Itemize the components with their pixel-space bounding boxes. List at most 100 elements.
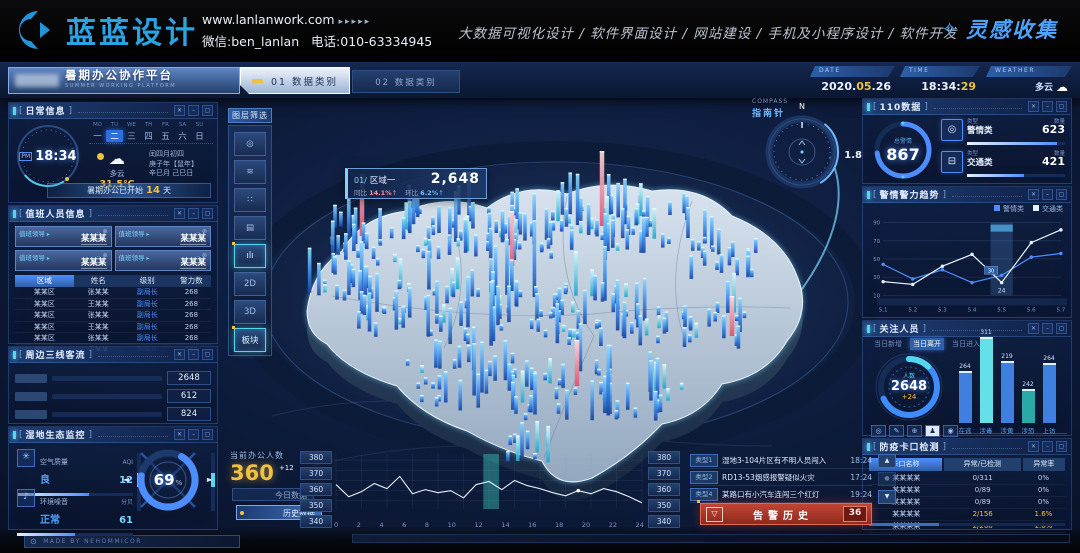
- checkpoint-row[interactable]: 某某某某2/1561.6%: [869, 509, 1065, 521]
- alert-row[interactable]: 类型4某路口有小汽车连闯三个红灯19:24: [690, 486, 872, 503]
- alert-row[interactable]: 类型1湿地3-104片区有不明人员闯入18:24: [690, 452, 872, 469]
- panel-title: 日常信息: [26, 104, 66, 117]
- minimize-icon[interactable]: [1042, 189, 1053, 200]
- weekday-cn[interactable]: 一: [89, 130, 106, 142]
- services-list: 大数据可视化设计 / 软件界面设计 / 网站建设 / 手机及小程序设计 / 软件…: [458, 22, 958, 42]
- contact-info: www.lanlanwork.com ▸▸▸▸▸ 微信:ben_lanlan 电…: [202, 10, 432, 52]
- minimize-icon[interactable]: [1042, 323, 1053, 334]
- minimize-icon[interactable]: [188, 429, 199, 440]
- weekday-cn[interactable]: 四: [140, 130, 157, 142]
- website-url[interactable]: www.lanlanwork.com: [202, 12, 335, 27]
- layer-button-3d[interactable]: 3D: [234, 300, 266, 324]
- close-icon[interactable]: [174, 349, 185, 360]
- table-header-cell[interactable]: 姓名: [74, 275, 123, 287]
- layer-button-camera[interactable]: ◎: [234, 132, 266, 156]
- close-icon[interactable]: [1028, 101, 1039, 112]
- expand-icon[interactable]: [1056, 189, 1067, 200]
- table-header-cell[interactable]: 异常率: [1023, 458, 1065, 471]
- expand-icon[interactable]: [202, 208, 213, 219]
- layer-button-signal[interactable]: ≋: [234, 160, 266, 184]
- expand-icon[interactable]: [202, 349, 213, 360]
- close-icon[interactable]: [1028, 189, 1039, 200]
- scroll-indicator[interactable]: [878, 472, 896, 486]
- table-row[interactable]: 某某区王某某副局长268: [15, 299, 211, 311]
- checkpoint-row[interactable]: 某某某某0/890%: [869, 497, 1065, 509]
- alarm-category-row[interactable]: ⊟类型交通类数量421: [941, 148, 1065, 180]
- checkpoint-row[interactable]: 某某某某0/3110%: [869, 473, 1065, 485]
- close-icon[interactable]: [174, 208, 185, 219]
- table-cell: 268: [172, 333, 211, 344]
- close-icon[interactable]: [1028, 323, 1039, 334]
- speaker-icon: ♪: [17, 489, 35, 507]
- people-icon-4[interactable]: ◉: [943, 425, 958, 437]
- collect-label: 灵感收集: [966, 14, 1058, 44]
- alert-row[interactable]: 类型2RD13-53烟感报警疑似火灾17:24: [690, 469, 872, 486]
- people-tab[interactable]: 当日离开: [910, 338, 944, 350]
- table-row[interactable]: 某某区张某某副局长268: [15, 310, 211, 322]
- weekday-cn[interactable]: 三: [123, 130, 140, 142]
- arrow-left-icon[interactable]: ◄: [123, 475, 129, 484]
- expand-icon[interactable]: [202, 429, 213, 440]
- people-icon-0[interactable]: ◎: [871, 425, 886, 437]
- table-cell: 某某区: [15, 299, 74, 310]
- people-bar-chart[interactable]: 264在逃311涉毒219涉黄242涉恐264上访: [957, 347, 1067, 434]
- table-cell: 某某区: [15, 287, 74, 298]
- weekday-cn[interactable]: 二: [106, 130, 123, 142]
- minimize-icon[interactable]: [1042, 441, 1053, 452]
- duty-leader-card[interactable]: 值班领导某某某: [15, 226, 112, 247]
- trend-line-chart[interactable]: 90705030105.15.25.35.45.55.65.72430: [867, 214, 1069, 316]
- gauge-value: 867: [886, 145, 919, 164]
- panel-title: 湿地生态监控: [26, 428, 86, 441]
- horizontal-scrollbar[interactable]: [869, 523, 1065, 526]
- alarm-category-row[interactable]: ◎类型警情类数量623: [941, 116, 1065, 148]
- duty-leader-card[interactable]: 值班领导某某某: [15, 250, 112, 271]
- table-row[interactable]: 某某区张某某副局长268: [15, 287, 211, 299]
- dashboard: 暑期办公协作平台 SUMMER WORKING PLATFORM 01 数据类别…: [0, 62, 1080, 553]
- table-header-cell[interactable]: 区域: [15, 275, 74, 287]
- expand-icon[interactable]: [202, 105, 213, 116]
- weekday-cn[interactable]: 五: [157, 130, 174, 142]
- expand-icon[interactable]: [1056, 441, 1067, 452]
- expand-icon[interactable]: [1056, 323, 1067, 334]
- people-icon-3[interactable]: ♟: [925, 425, 940, 437]
- expand-icon[interactable]: [1056, 101, 1067, 112]
- arrow-right-icon[interactable]: ►: [207, 475, 213, 484]
- weekday-cn[interactable]: 六: [174, 130, 191, 142]
- table-row[interactable]: 某某区张某某副局长268: [15, 333, 211, 345]
- minimize-icon[interactable]: [188, 208, 199, 219]
- checkpoint-row[interactable]: 某某某某0/890%: [869, 485, 1065, 497]
- minimize-icon[interactable]: [1042, 101, 1053, 112]
- people-tab[interactable]: 当日新增: [871, 338, 905, 350]
- duty-leader-card[interactable]: 值班领导某某某: [115, 250, 212, 271]
- alert-count-badge: 36: [843, 506, 867, 522]
- table-row[interactable]: 某某区王某某副局长268: [15, 322, 211, 334]
- inspiration-collect[interactable]: ✧ 灵感收集: [941, 14, 1058, 44]
- layer-button-plate[interactable]: 板块: [234, 328, 266, 352]
- layer-button-2d[interactable]: 2D: [234, 272, 266, 296]
- scroll-up-button[interactable]: [878, 454, 896, 468]
- alert-history-button[interactable]: 告警历史 36: [700, 503, 872, 525]
- occupancy-line-chart[interactable]: [334, 451, 644, 519]
- table-header-cell[interactable]: 异常/已检测: [944, 458, 1021, 471]
- legend-item[interactable]: 交通类: [1033, 204, 1063, 214]
- logo[interactable]: 蓝蓝设计: [14, 8, 198, 52]
- table-header-cell[interactable]: 级别: [123, 275, 172, 287]
- close-icon[interactable]: [174, 429, 185, 440]
- layer-button-crowd[interactable]: ∷: [234, 188, 266, 212]
- table-header-cell[interactable]: 警力数: [172, 275, 211, 287]
- notice-banner: 暑期办公已开始14天: [47, 183, 211, 198]
- compass-widget[interactable]: COMPASS 指南针 N 1.8: [750, 98, 854, 200]
- minimize-icon[interactable]: [188, 105, 199, 116]
- scroll-down-button[interactable]: [878, 490, 896, 504]
- layer-button-building[interactable]: ▤: [234, 216, 266, 240]
- duty-leader-card[interactable]: 值班领导某某某: [115, 226, 212, 247]
- close-icon[interactable]: [1028, 441, 1039, 452]
- people-icon-2[interactable]: ⊕: [907, 425, 922, 437]
- weekday-cn[interactable]: 日: [191, 130, 208, 142]
- people-icon-1[interactable]: ✎: [889, 425, 904, 437]
- close-icon[interactable]: [174, 105, 185, 116]
- layer-button-bar-chart[interactable]: ılı: [234, 244, 266, 268]
- legend-item[interactable]: 警情类: [994, 204, 1024, 214]
- minimize-icon[interactable]: [188, 349, 199, 360]
- map-tooltip[interactable]: 01/ 区域一 2,648 同比 14.1%↑ 环比 6.2%↑: [345, 168, 487, 199]
